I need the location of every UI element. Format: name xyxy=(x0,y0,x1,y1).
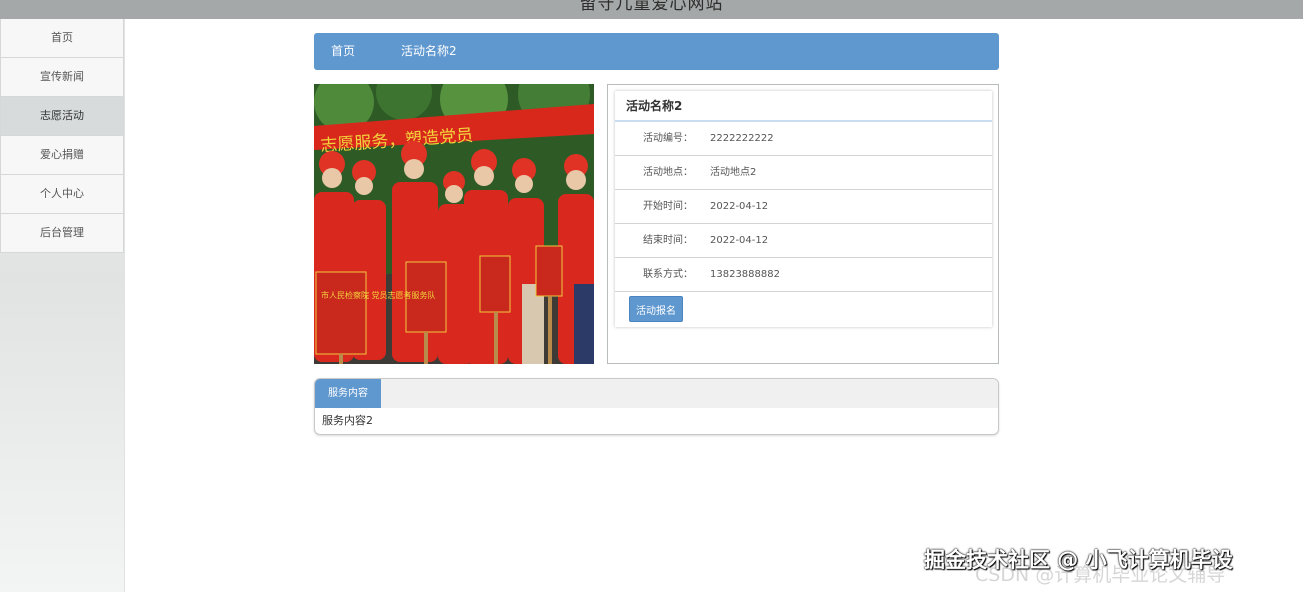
sidebar-nav: 首页 宣传新闻 志愿活动 爱心捐赠 个人中心 后台管理 xyxy=(0,19,125,592)
sidebar-item-home[interactable]: 首页 xyxy=(0,19,124,58)
volunteers-photo-illustration: 志愿服务，塑造党员 市人民检察院 党员志愿者服务队 xyxy=(314,84,594,364)
activity-detail-panel: 活动名称2 活动编号： 2222222222 活动地点： 活动地点2 开始时间：… xyxy=(615,91,992,327)
detail-row-location: 活动地点： 活动地点2 xyxy=(615,156,992,190)
service-content-card: 服务内容 服务内容2 xyxy=(314,378,999,435)
detail-label: 活动编号： xyxy=(643,133,693,144)
breadcrumb-home-link[interactable]: 首页 xyxy=(331,33,355,70)
activity-name-heading: 活动名称2 xyxy=(615,91,992,122)
tab-service-content[interactable]: 服务内容 xyxy=(315,379,381,408)
detail-row-start-time: 开始时间： 2022-04-12 xyxy=(615,190,992,224)
breadcrumb: 首页 活动名称2 xyxy=(314,33,999,70)
sign-text: 市人民检察院 党员志愿者服务队 xyxy=(321,290,436,300)
activity-signup-button[interactable]: 活动报名 xyxy=(629,296,683,322)
breadcrumb-current: 活动名称2 xyxy=(401,44,457,58)
sidebar-item-personal-center[interactable]: 个人中心 xyxy=(0,175,124,214)
site-title: 留守儿童爱心网站 xyxy=(579,0,724,14)
detail-value: 2222222222 xyxy=(710,133,774,144)
service-tab-bar: 服务内容 xyxy=(315,379,998,408)
activity-detail-card: 活动名称2 活动编号： 2222222222 活动地点： 活动地点2 开始时间：… xyxy=(607,84,999,364)
detail-row-contact: 联系方式： 13823888882 xyxy=(615,258,992,292)
sidebar-item-volunteer-activities[interactable]: 志愿活动 xyxy=(0,97,124,136)
detail-label: 结束时间： xyxy=(643,235,693,246)
sidebar-item-news[interactable]: 宣传新闻 xyxy=(0,58,124,97)
detail-label: 开始时间： xyxy=(643,201,693,212)
detail-value: 13823888882 xyxy=(710,269,780,280)
service-content-text: 服务内容2 xyxy=(322,414,373,427)
detail-value: 2022-04-12 xyxy=(710,235,769,246)
detail-label: 联系方式： xyxy=(643,269,693,280)
top-header: 留守儿童爱心网站 xyxy=(0,0,1303,19)
sidebar-item-admin[interactable]: 后台管理 xyxy=(0,214,124,253)
detail-row-id: 活动编号： 2222222222 xyxy=(615,122,992,156)
detail-value: 2022-04-12 xyxy=(710,201,769,212)
activity-photo: 志愿服务，塑造党员 市人民检察院 党员志愿者服务队 xyxy=(314,84,594,364)
detail-value: 活动地点2 xyxy=(710,167,757,178)
sidebar-item-donation[interactable]: 爱心捐赠 xyxy=(0,136,124,175)
detail-row-end-time: 结束时间： 2022-04-12 xyxy=(615,224,992,258)
juejin-watermark: 掘金技术社区 @ 小飞计算机毕设 xyxy=(924,548,1233,572)
detail-label: 活动地点： xyxy=(643,167,693,178)
